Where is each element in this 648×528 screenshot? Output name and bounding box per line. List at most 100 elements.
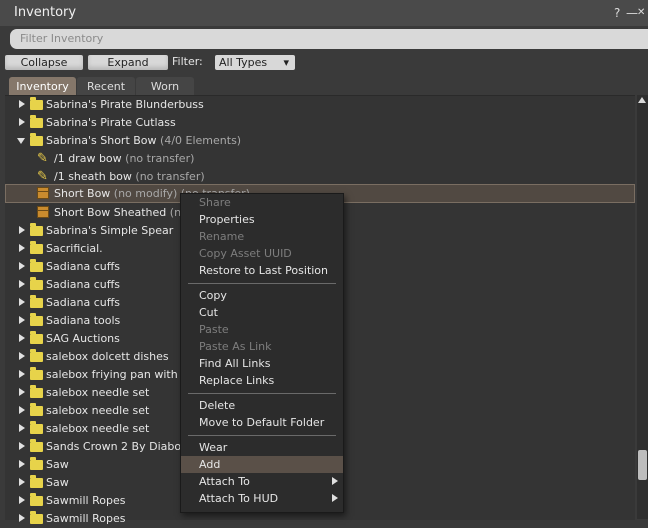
script-icon: ✎: [37, 169, 48, 184]
expand-arrow-icon[interactable]: [19, 442, 25, 450]
collapse-button[interactable]: Collapse: [5, 55, 83, 70]
folder-icon: [30, 241, 43, 254]
menu-item-paste-as-link[interactable]: Paste As Link: [181, 338, 343, 355]
filter-inventory-input[interactable]: Filter Inventory: [10, 29, 648, 49]
item-label: Sadiana tools: [46, 314, 121, 327]
tab-recent[interactable]: Recent: [77, 77, 135, 96]
item-label: Saw: [46, 458, 69, 471]
folder-row[interactable]: Sabrina's Pirate Blunderbuss: [5, 96, 635, 114]
menu-item-copy[interactable]: Copy: [181, 287, 343, 304]
submenu-arrow-icon: [332, 477, 338, 485]
expand-arrow-icon[interactable]: [19, 100, 25, 108]
filter-type-select[interactable]: All Types ▾: [215, 55, 295, 70]
menu-item-attach-to[interactable]: Attach To: [181, 473, 343, 490]
folder-icon: [30, 421, 43, 434]
scroll-up-arrow-icon[interactable]: [638, 97, 646, 103]
item-label: Sabrina's Simple Spear: [46, 224, 174, 237]
menu-item-replace-links[interactable]: Replace Links: [181, 372, 343, 389]
menu-item-rename[interactable]: Rename: [181, 228, 343, 245]
expand-arrow-icon[interactable]: [19, 478, 25, 486]
expand-arrow-icon[interactable]: [19, 118, 25, 126]
expand-arrow-icon[interactable]: [19, 352, 25, 360]
folder-row[interactable]: Sabrina's Pirate Cutlass: [5, 114, 635, 132]
item-meta: (no transfer): [135, 170, 205, 183]
menu-item-add[interactable]: Add: [181, 456, 343, 473]
menu-item-properties[interactable]: Properties: [181, 211, 343, 228]
title-bar: Inventory ? — ✕: [0, 0, 648, 26]
expand-arrow-icon[interactable]: [19, 316, 25, 324]
submenu-arrow-icon: [332, 494, 338, 502]
menu-item-copy-asset-uuid[interactable]: Copy Asset UUID: [181, 245, 343, 262]
scrollbar[interactable]: [637, 95, 648, 519]
menu-item-share[interactable]: Share: [181, 194, 343, 211]
menu-item-label: Add: [199, 458, 221, 471]
folder-row-expanded[interactable]: Sabrina's Short Bow (4/0 Elements): [5, 132, 635, 150]
menu-item-label: Paste As Link: [199, 340, 272, 353]
script-icon: ✎: [37, 151, 48, 166]
menu-item-find-all-links[interactable]: Find All Links: [181, 355, 343, 372]
expand-arrow-icon[interactable]: [19, 280, 25, 288]
item-label: Sadiana cuffs: [46, 260, 121, 273]
menu-item-restore-to-last-position[interactable]: Restore to Last Position: [181, 262, 343, 279]
menu-item-wear[interactable]: Wear: [181, 439, 343, 456]
collapse-arrow-icon[interactable]: [17, 138, 25, 144]
menu-item-label: Rename: [199, 230, 245, 243]
menu-item-label: Cut: [199, 306, 218, 319]
menu-item-label: Copy: [199, 289, 227, 302]
folder-icon: [30, 115, 43, 128]
folder-icon: [30, 457, 43, 470]
tab-inventory[interactable]: Inventory: [9, 77, 76, 96]
menu-item-paste[interactable]: Paste: [181, 321, 343, 338]
expand-button[interactable]: Expand: [88, 55, 168, 70]
menu-item-label: Replace Links: [199, 374, 275, 387]
menu-item-label: Paste: [199, 323, 229, 336]
item-label: Sabrina's Pirate Blunderbuss: [46, 98, 204, 111]
item-label: Sabrina's Pirate Cutlass: [46, 116, 176, 129]
expand-arrow-icon[interactable]: [19, 460, 25, 468]
context-menu: Share Properties Rename Copy Asset UUID …: [180, 193, 344, 513]
folder-icon: [30, 259, 43, 272]
tab-worn[interactable]: Worn: [136, 77, 194, 96]
item-meta: (4/0 Elements): [160, 134, 242, 147]
menu-item-label: Properties: [199, 213, 255, 226]
filter-label: Filter:: [172, 55, 203, 68]
folder-icon: [30, 97, 43, 110]
item-label: salebox needle set: [46, 404, 150, 417]
folder-icon: [30, 367, 43, 380]
scrollbar-thumb[interactable]: [638, 450, 647, 480]
folder-icon: [30, 439, 43, 452]
expand-arrow-icon[interactable]: [19, 334, 25, 342]
close-button[interactable]: ✕: [637, 7, 645, 18]
menu-item-attach-to-hud[interactable]: Attach To HUD: [181, 490, 343, 507]
item-label: Short Bow Sheathed: [54, 206, 167, 219]
expand-arrow-icon[interactable]: [19, 298, 25, 306]
expand-arrow-icon[interactable]: [19, 424, 25, 432]
item-label: Short Bow: [54, 187, 111, 200]
folder-icon: [30, 277, 43, 290]
open-folder-icon: [30, 133, 43, 146]
item-label: salebox needle set: [46, 386, 150, 399]
folder-icon: [30, 223, 43, 236]
expand-arrow-icon[interactable]: [19, 370, 25, 378]
expand-arrow-icon[interactable]: [19, 244, 25, 252]
item-label: Sawmill Ropes: [46, 494, 126, 507]
item-label: Sands Crown 2 By Diabol: [46, 440, 185, 453]
expand-arrow-icon[interactable]: [19, 226, 25, 234]
expand-arrow-icon[interactable]: [19, 514, 25, 522]
help-button[interactable]: ?: [614, 6, 620, 20]
item-label: salebox needle set: [46, 422, 150, 435]
menu-item-delete[interactable]: Delete: [181, 397, 343, 414]
folder-icon: [30, 403, 43, 416]
menu-item-label: Attach To: [199, 475, 250, 488]
expand-arrow-icon[interactable]: [19, 406, 25, 414]
chevron-down-icon: ▾: [283, 56, 289, 69]
expand-arrow-icon[interactable]: [19, 388, 25, 396]
item-row[interactable]: ✎ /1 draw bow (no transfer): [5, 150, 635, 168]
folder-icon: [30, 511, 43, 524]
expand-arrow-icon[interactable]: [19, 496, 25, 504]
menu-item-move-to-default-folder[interactable]: Move to Default Folder: [181, 414, 343, 431]
expand-arrow-icon[interactable]: [19, 262, 25, 270]
folder-icon: [30, 313, 43, 326]
menu-item-label: Move to Default Folder: [199, 416, 325, 429]
menu-item-cut[interactable]: Cut: [181, 304, 343, 321]
